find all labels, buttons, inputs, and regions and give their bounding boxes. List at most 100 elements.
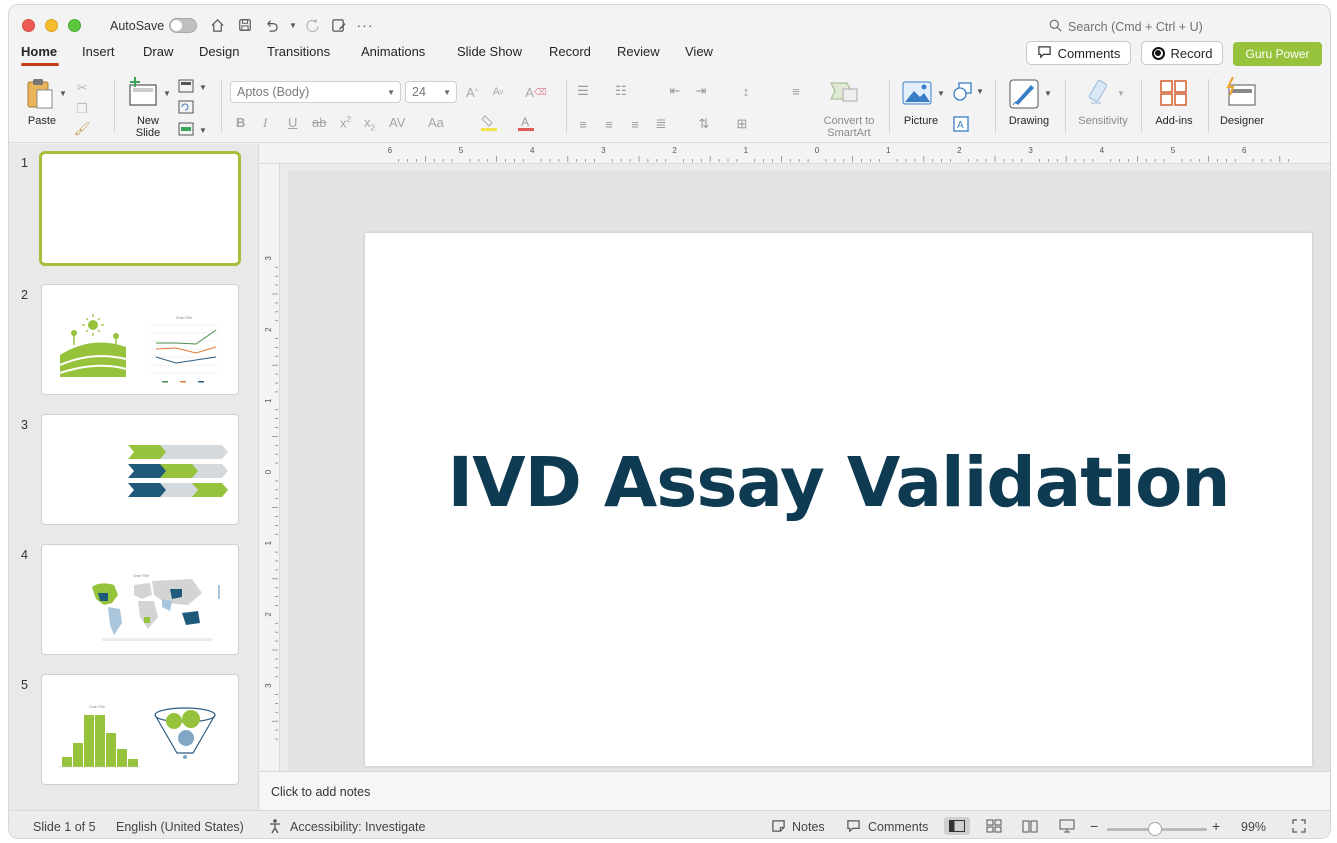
align-center-icon[interactable]: ≡ — [600, 115, 618, 133]
undo-icon[interactable] — [261, 15, 281, 35]
slide-sorter-view-icon[interactable] — [981, 817, 1007, 835]
svg-text:3: 3 — [601, 146, 606, 155]
font-name-value: Aptos (Body) — [237, 85, 310, 99]
paste-icon[interactable] — [25, 77, 55, 111]
align-text-icon[interactable]: ⊞ — [733, 115, 751, 133]
new-slide-icon[interactable] — [127, 77, 157, 107]
tab-draw[interactable]: Draw — [143, 44, 173, 59]
notes-pane[interactable]: Click to add notes — [260, 771, 1330, 810]
undo-dropdown-icon[interactable]: ▼ — [283, 15, 303, 35]
tab-review[interactable]: Review — [617, 44, 660, 59]
tab-transitions[interactable]: Transitions — [267, 44, 330, 59]
slide-thumbnail-1[interactable] — [39, 151, 241, 266]
text-box-icon[interactable]: A — [952, 115, 970, 133]
comments-toggle[interactable]: Comments — [868, 820, 928, 834]
slide-thumbnail-4[interactable]: Chart Title — [41, 544, 239, 655]
home-icon[interactable] — [207, 15, 227, 35]
reset-slide-icon[interactable] — [177, 98, 195, 116]
comments-button[interactable]: Comments — [1026, 41, 1131, 65]
add-ins-icon[interactable] — [1159, 79, 1189, 107]
numbering-icon[interactable]: ☷ — [612, 82, 630, 100]
font-name-select[interactable]: Aptos (Body) ▼ — [230, 81, 401, 103]
zoom-out-icon[interactable]: − — [1090, 818, 1098, 834]
comments-status-icon[interactable] — [846, 819, 861, 836]
autosave-toggle[interactable] — [169, 18, 197, 33]
slide-thumbnail-panel[interactable]: 1 2 Chart Title 3 4 Chart Title 5 Chart … — [9, 144, 259, 810]
slide-thumbnail-3[interactable] — [41, 414, 239, 525]
slide-title[interactable]: IVD Assay Validation — [365, 443, 1312, 523]
change-case-icon[interactable]: Aa — [428, 115, 444, 130]
picture-icon[interactable] — [902, 81, 932, 105]
bold-icon[interactable]: B — [236, 115, 245, 130]
close-window-button[interactable] — [22, 19, 35, 32]
drawing-icon[interactable] — [1009, 77, 1041, 109]
tab-animations[interactable]: Animations — [361, 44, 425, 59]
tab-home[interactable]: Home — [21, 44, 57, 59]
new-slide-dropdown-icon[interactable]: ▼ — [163, 89, 171, 98]
designer-icon[interactable] — [1224, 76, 1258, 107]
increase-font-size-icon[interactable]: A ^ — [463, 83, 481, 101]
align-right-icon[interactable]: ≡ — [626, 115, 644, 133]
notes-icon[interactable] — [771, 819, 786, 836]
line-spacing-icon[interactable]: ↕ — [737, 82, 755, 100]
tab-insert[interactable]: Insert — [82, 44, 115, 59]
minimize-window-button[interactable] — [45, 19, 58, 32]
section-icon[interactable] — [177, 120, 195, 138]
decrease-indent-icon[interactable]: ⇤ — [666, 82, 684, 100]
guru-power-button[interactable]: Guru Power — [1233, 42, 1322, 66]
clear-formatting-icon[interactable]: A ⌫ — [525, 83, 546, 101]
subscript-icon[interactable]: x2 — [364, 115, 375, 133]
reading-view-icon[interactable] — [1017, 817, 1043, 835]
save-as-icon[interactable] — [328, 15, 348, 35]
tab-view[interactable]: View — [685, 44, 713, 59]
highlight-color-icon[interactable] — [480, 114, 498, 132]
columns-icon[interactable]: ≡ — [787, 82, 805, 100]
zoom-window-button[interactable] — [68, 19, 81, 32]
justify-icon[interactable]: ≣ — [652, 115, 670, 133]
search-box[interactable]: Search (Cmd + Ctrl + U) — [1049, 19, 1203, 35]
accessibility-status[interactable]: Accessibility: Investigate — [290, 820, 425, 834]
increase-indent-icon[interactable]: ⇥ — [692, 82, 710, 100]
tab-record[interactable]: Record — [549, 44, 591, 59]
more-icon[interactable]: ··· — [355, 15, 375, 35]
superscript-icon[interactable]: x2 — [340, 115, 351, 130]
align-left-icon[interactable]: ≡ — [574, 115, 592, 133]
accessibility-icon[interactable] — [267, 818, 283, 837]
slide-editor: 6 5 4 3 2 1 0 1 2 3 4 5 6 3 2 1 0 1 2 3 IVD Assay Validati… — [260, 144, 1330, 771]
notes-toggle[interactable]: Notes — [792, 820, 825, 834]
italic-icon[interactable]: I — [263, 115, 267, 131]
tab-design[interactable]: Design — [199, 44, 239, 59]
layout-icon[interactable] — [177, 77, 195, 95]
slide-canvas[interactable]: IVD Assay Validation — [365, 233, 1312, 766]
cut-icon[interactable]: ✂ — [73, 79, 91, 97]
tab-slide-show[interactable]: Slide Show — [457, 44, 522, 59]
slide-thumbnail-2[interactable]: Chart Title — [41, 284, 239, 395]
bullets-icon[interactable]: ☰ — [574, 82, 592, 100]
slide-thumbnail-5[interactable]: Chart Title — [41, 674, 239, 785]
redo-icon[interactable] — [302, 15, 322, 35]
save-icon[interactable] — [235, 15, 255, 35]
text-direction-icon[interactable]: ⇅ — [695, 115, 713, 133]
copy-icon[interactable]: ❐ — [73, 100, 91, 118]
format-painter-icon[interactable]: 🖌 — [73, 120, 91, 138]
paste-dropdown-icon[interactable]: ▼ — [59, 89, 67, 98]
zoom-in-icon[interactable]: + — [1212, 818, 1220, 834]
zoom-level[interactable]: 99% — [1241, 820, 1266, 834]
convert-smartart-icon[interactable] — [829, 79, 859, 105]
ribbon-tabs: Home Insert Draw Design Transitions Anim… — [9, 43, 1330, 71]
shapes-icon[interactable] — [953, 81, 975, 103]
record-button[interactable]: Record — [1141, 41, 1223, 65]
font-size-select[interactable]: 24 ▼ — [405, 81, 457, 103]
language-status[interactable]: English (United States) — [116, 820, 244, 834]
normal-view-icon[interactable] — [944, 817, 970, 835]
strikethrough-icon[interactable]: ab — [312, 115, 326, 130]
decrease-font-size-icon[interactable]: Av — [489, 83, 507, 101]
sensitivity-icon[interactable] — [1087, 77, 1115, 107]
character-spacing-icon[interactable]: AV — [389, 115, 405, 130]
slide-show-view-icon[interactable] — [1054, 817, 1080, 835]
underline-icon[interactable]: U — [288, 115, 297, 130]
zoom-slider-handle[interactable] — [1148, 822, 1162, 836]
font-color-icon[interactable]: A — [517, 114, 535, 132]
fit-to-window-icon[interactable] — [1292, 819, 1306, 836]
svg-text:4: 4 — [1100, 146, 1105, 155]
